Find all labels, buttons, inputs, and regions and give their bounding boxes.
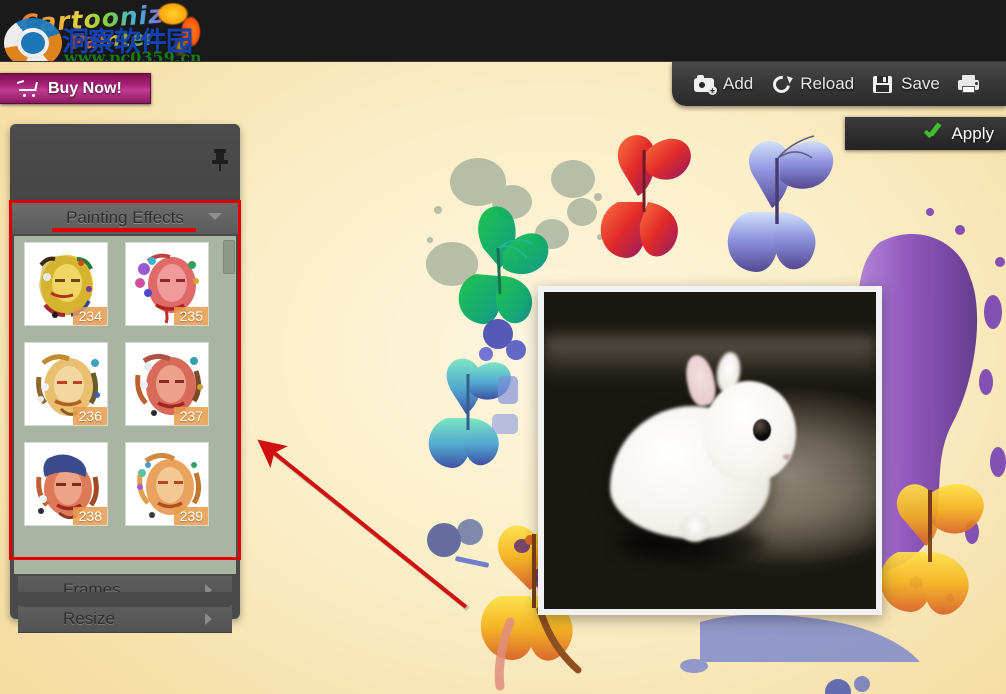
effect-number: 234 (72, 307, 107, 325)
menu-item-resize[interactable]: Resize (18, 605, 232, 633)
reload-button[interactable]: Reload (769, 72, 855, 97)
main-toolbar: + Add Reload Save (672, 62, 1006, 106)
effects-list[interactable]: 234 235 236 237 238 239 (14, 236, 236, 574)
menu-label-resize: Resize (63, 608, 115, 628)
bunny-nose (783, 453, 792, 460)
apply-button[interactable]: Apply (845, 117, 1006, 150)
watermark-site-url: www.pc0359.cn (64, 48, 202, 62)
effects-panel: Painting Effects 234 235 236 237 238 239… (10, 124, 240, 633)
effect-number: 237 (173, 407, 208, 425)
green-check-icon (923, 126, 943, 142)
floppy-disk-icon (872, 74, 894, 94)
buy-now-button[interactable]: Buy Now! (0, 73, 151, 104)
effects-list-scrollbar[interactable] (223, 240, 235, 274)
effect-thumbnail[interactable]: 234 (24, 242, 108, 326)
cart-icon (16, 79, 39, 97)
effect-thumbnail[interactable]: 236 (24, 342, 108, 426)
panel-footer (18, 592, 232, 607)
apply-label: Apply (951, 123, 994, 143)
application-window: Cartoonize Painter 洞察软件园 www.pc0359.cn B… (0, 0, 1006, 694)
effect-thumbnail[interactable]: 235 (125, 242, 209, 326)
effect-number: 238 (72, 507, 107, 525)
chevron-down-icon[interactable] (208, 213, 222, 220)
reload-label: Reload (800, 74, 855, 93)
save-button[interactable]: Save (872, 74, 940, 94)
title-bar: Cartoonize Painter 洞察软件园 www.pc0359.cn (0, 0, 1006, 62)
bunny-head (703, 380, 797, 483)
effect-thumbnail[interactable]: 239 (125, 442, 209, 526)
effect-thumbnail[interactable]: 237 (125, 342, 209, 426)
effect-thumbnail[interactable]: 238 (24, 442, 108, 526)
effect-number: 236 (72, 407, 107, 425)
camera-add-icon: + (694, 74, 717, 95)
buy-now-label: Buy Now! (48, 79, 122, 97)
save-label: Save (901, 74, 940, 93)
chevron-right-icon (205, 613, 212, 625)
reload-icon (769, 72, 795, 97)
effect-number: 235 (173, 307, 208, 325)
panel-header (10, 124, 240, 202)
effects-thumbnail-grid: 234 235 236 237 238 239 (14, 236, 226, 574)
effect-number: 239 (173, 507, 208, 525)
watermark-logo-icon (4, 18, 62, 61)
category-underline (52, 228, 196, 232)
category-label: Painting Effects (66, 208, 184, 227)
print-button[interactable] (957, 74, 987, 94)
add-label: Add (723, 74, 754, 93)
pushpin-icon[interactable] (211, 149, 229, 171)
add-button[interactable]: + Add (694, 74, 754, 95)
photo-preview[interactable] (538, 286, 882, 615)
printer-icon (957, 74, 980, 94)
rabbit-photo (544, 292, 876, 609)
